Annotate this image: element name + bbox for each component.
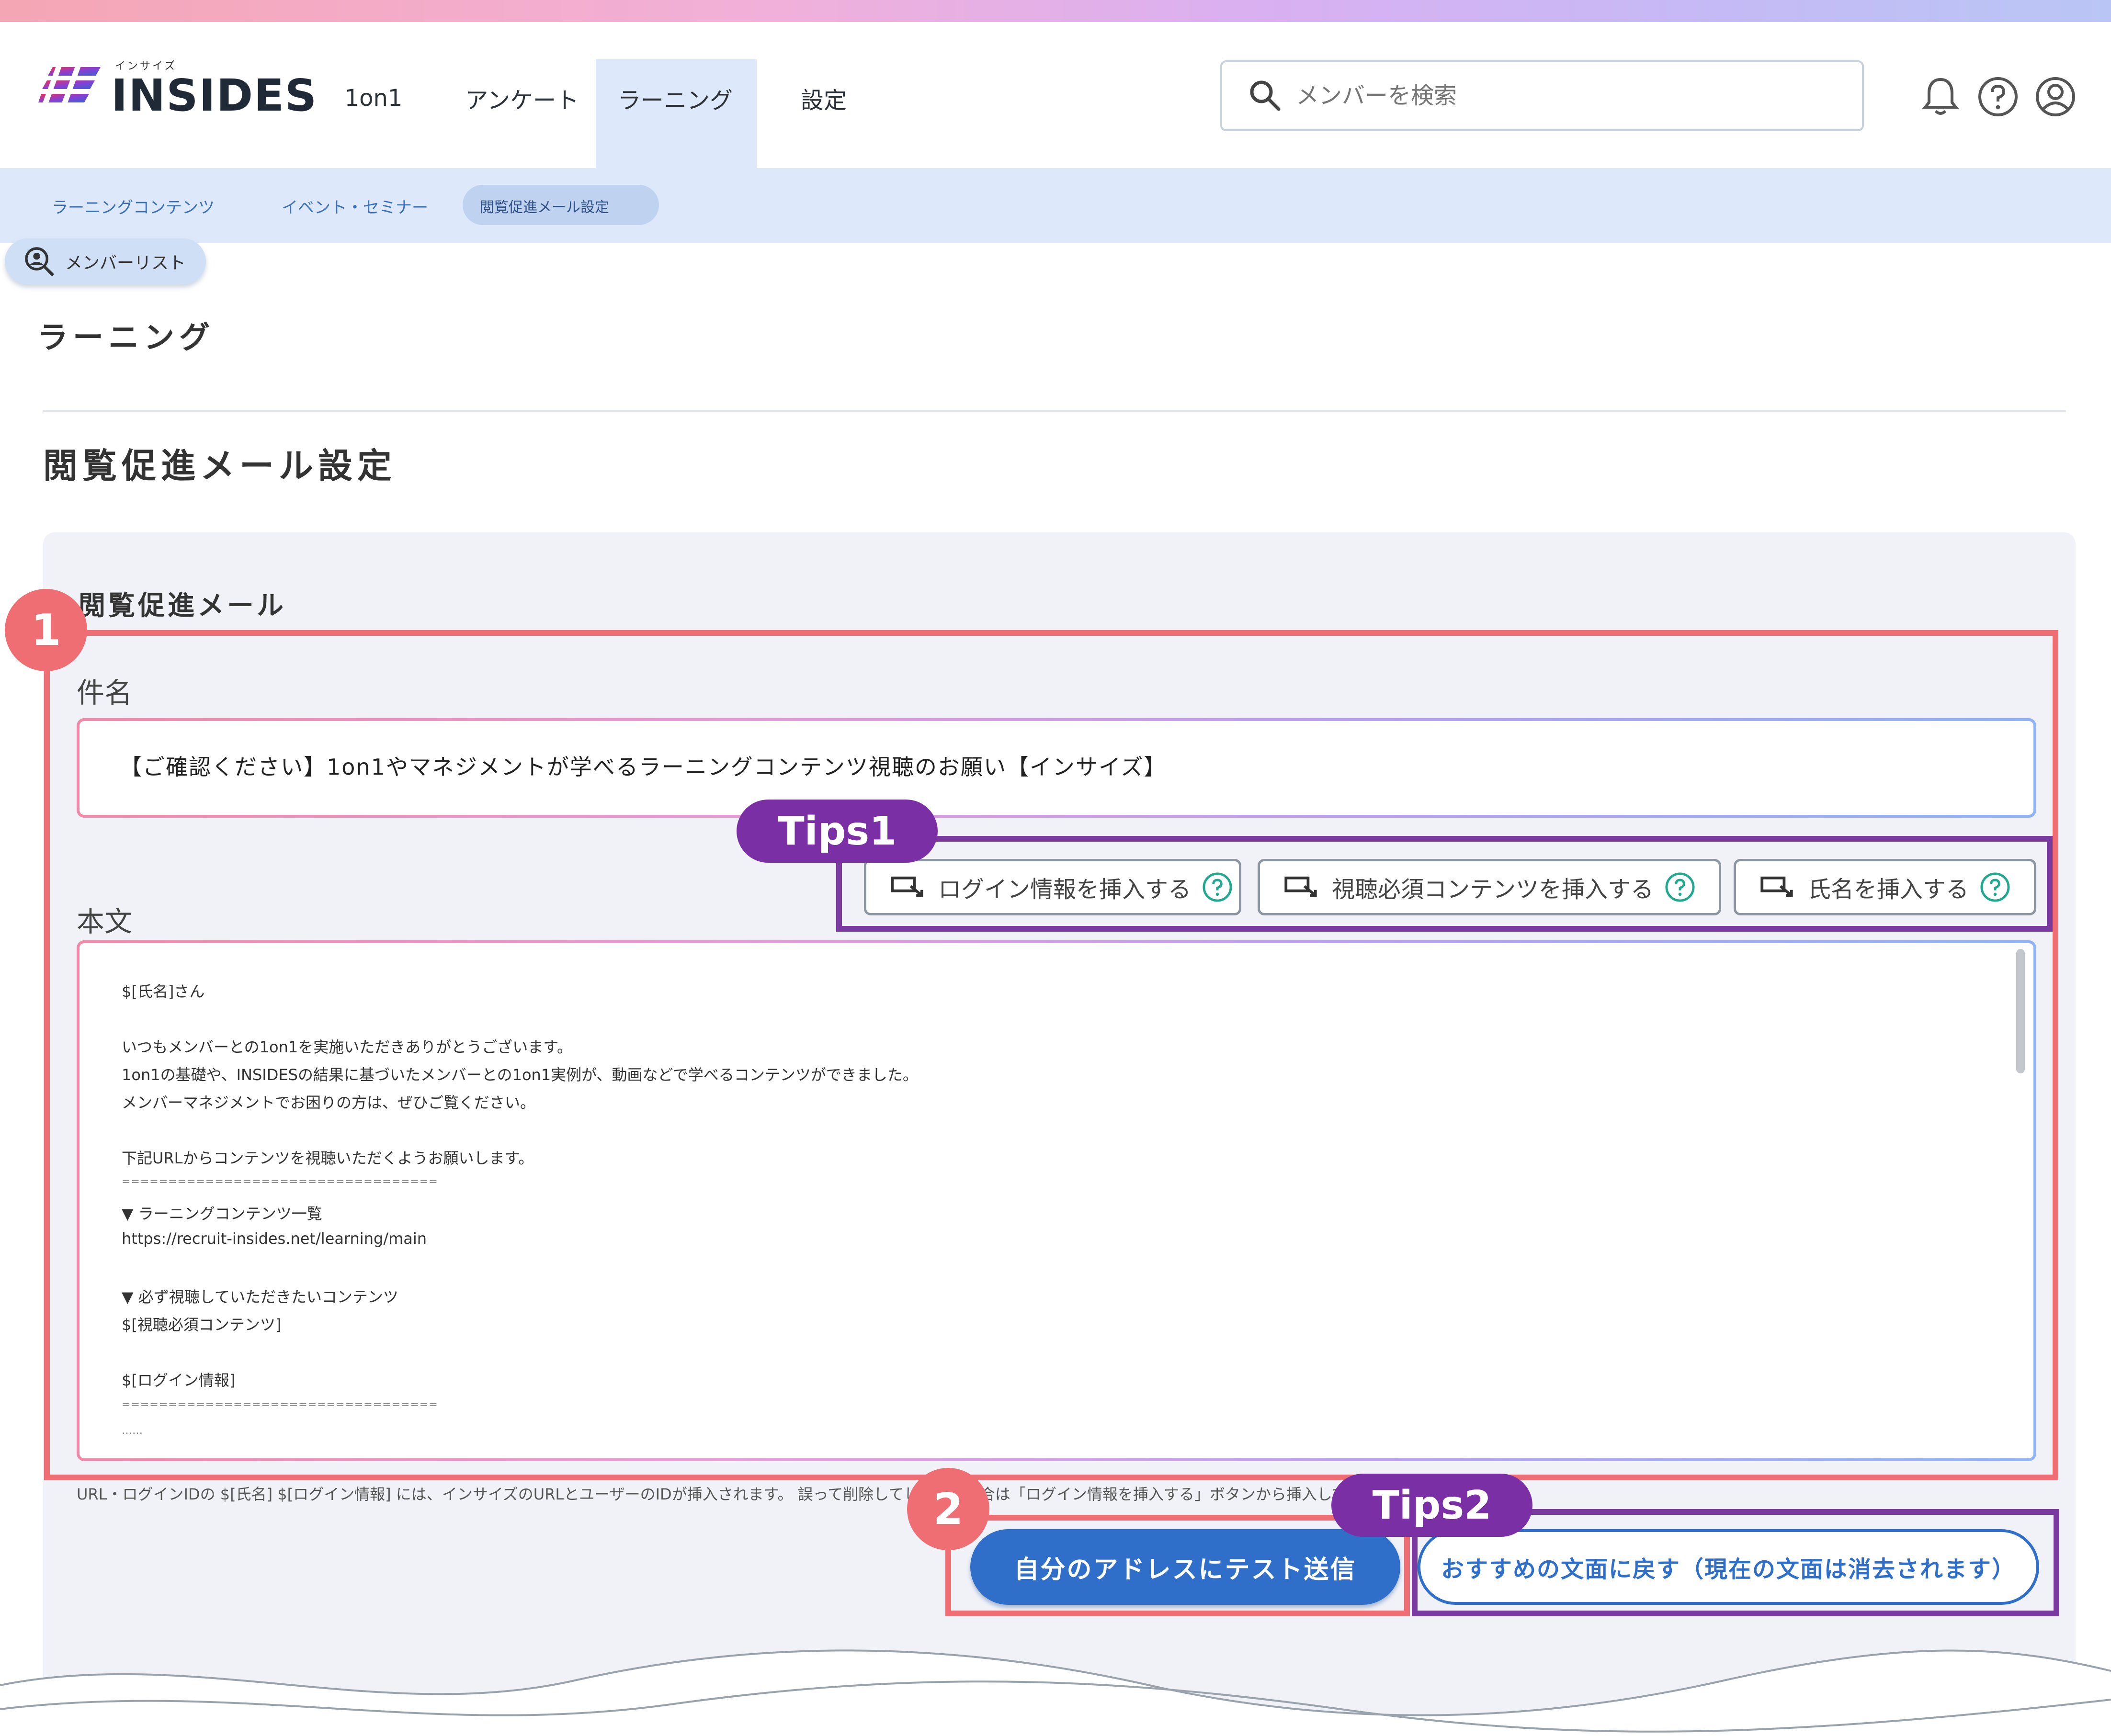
panel-title: 閲覧促進メール <box>79 590 286 621</box>
badge-tips2: Tips2 <box>1331 1474 1532 1537</box>
divider <box>43 410 2066 412</box>
page-title: ラーニング <box>37 320 215 356</box>
nav-learning[interactable]: ラーニング <box>603 72 747 124</box>
annotation-box-1 <box>44 630 2058 1480</box>
search-icon <box>1250 80 1281 111</box>
bell-icon[interactable] <box>1918 74 1963 120</box>
help-icon[interactable] <box>1975 74 2021 120</box>
insert-note: URL・ログインIDの $[氏名] $[ログイン情報] には、インサイズのURL… <box>77 1485 1423 1503</box>
subnav-events[interactable]: イベント・セミナー <box>282 189 428 223</box>
section-title: 閲覧促進メール設定 <box>43 446 397 486</box>
subnav-learning-contents[interactable]: ラーニングコンテンツ <box>52 189 215 223</box>
member-list-label: メンバーリスト <box>65 253 186 273</box>
account-icon[interactable] <box>2032 74 2078 120</box>
badge-1: 1 <box>5 589 87 671</box>
nav-survey[interactable]: アンケート <box>455 72 589 124</box>
subnav-reminder-mail[interactable]: 閲覧促進メール設定 <box>480 189 609 223</box>
insides-logo-icon <box>38 62 101 110</box>
search-input[interactable] <box>1295 82 1776 110</box>
nav-1on1[interactable]: 1on1 <box>335 72 412 124</box>
logo-text: INSIDES <box>111 70 318 121</box>
annotation-box-2 <box>945 1515 1410 1616</box>
member-list-button[interactable]: メンバーリスト <box>5 238 206 284</box>
badge-2: 2 <box>907 1468 989 1550</box>
annotation-box-tips1 <box>836 836 2053 932</box>
member-search-icon <box>25 247 54 276</box>
member-search[interactable] <box>1220 60 1864 131</box>
badge-tips1: Tips1 <box>737 800 938 863</box>
top-gradient-bar <box>0 0 2111 22</box>
torn-edge-decoration <box>0 1649 2111 1736</box>
nav-settings[interactable]: 設定 <box>785 72 862 124</box>
